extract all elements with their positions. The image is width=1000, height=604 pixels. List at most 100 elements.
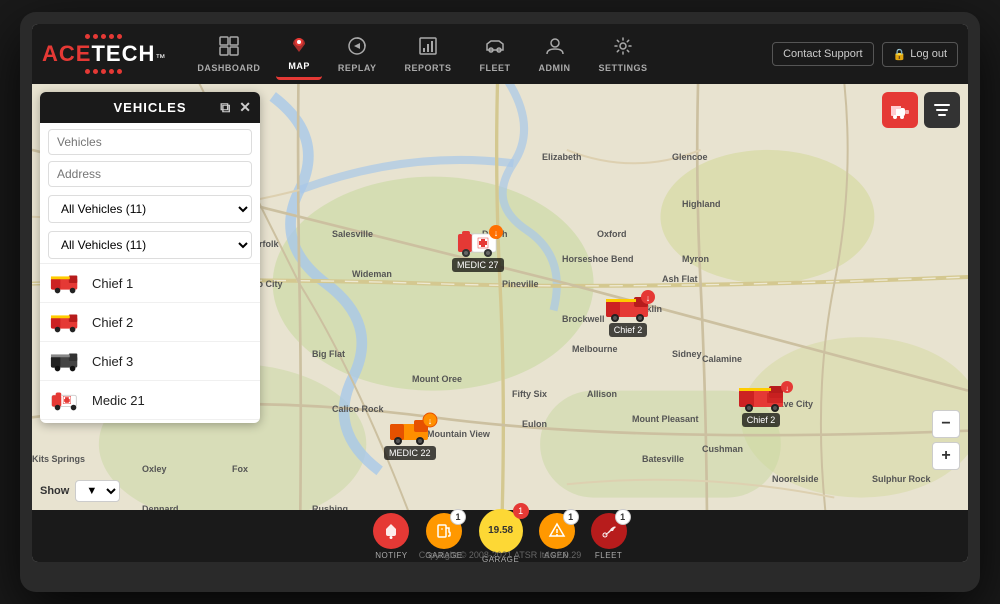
- top-nav: ACETECH™: [32, 24, 968, 84]
- svg-text:↓: ↓: [646, 293, 651, 303]
- dashboard-icon: [219, 36, 239, 61]
- svg-text:↓: ↓: [428, 416, 433, 426]
- logout-button[interactable]: 🔒 Log out: [882, 42, 958, 67]
- pin-label-medic27: MEDIC 27: [452, 258, 504, 272]
- map-icon: [289, 34, 309, 59]
- vehicles-panel: VEHICLES ⧉ ✕ All Vehicles (11): [40, 92, 260, 423]
- nav-reports[interactable]: REPORTS: [393, 30, 464, 79]
- laptop-frame: ACETECH™: [20, 12, 980, 592]
- main-area: Elizabeth Glencoe Fairview Gassville Buf…: [32, 84, 968, 510]
- vehicle-item-chief3[interactable]: Chief 3: [40, 342, 260, 381]
- lock-icon: 🔒: [893, 48, 907, 61]
- vehicle-item-medic22[interactable]: Medic 22: [40, 420, 260, 423]
- status-badge-speed: 1: [513, 503, 529, 519]
- vehicles-dropdown1-area: All Vehicles (11): [40, 191, 260, 227]
- pin-vehicle-medic22: ↓: [386, 412, 434, 444]
- map-zoom-controls: − +: [932, 410, 960, 470]
- vehicle-name-medic21: Medic 21: [92, 393, 145, 408]
- vehicles-search-area: [40, 123, 260, 157]
- vehicle-item-chief1[interactable]: Chief 1: [40, 264, 260, 303]
- nav-right: Contact Support 🔒 Log out: [772, 42, 958, 67]
- vehicles-close-icon[interactable]: ✕: [239, 99, 252, 116]
- vehicles-list: Chief 1: [40, 263, 260, 423]
- vehicle-item-medic21[interactable]: Medic 21: [40, 381, 260, 420]
- logo-trademark: ™: [155, 53, 165, 64]
- fleet-label: FLEET: [480, 63, 511, 73]
- zoom-minus-button[interactable]: −: [932, 410, 960, 438]
- nav-admin[interactable]: ADMIN: [527, 30, 583, 79]
- nav-items: DASHBOARD MAP: [185, 28, 772, 80]
- status-notify[interactable]: NOTIFY: [373, 513, 409, 560]
- svg-text:↓: ↓: [785, 384, 789, 393]
- map-label: MAP: [288, 61, 310, 71]
- status-badge-alert: 1: [563, 509, 579, 525]
- vehicles-address-input[interactable]: [48, 161, 252, 187]
- show-select[interactable]: ▼: [75, 480, 120, 502]
- nav-settings[interactable]: SETTINGS: [587, 30, 660, 79]
- settings-icon: [613, 36, 633, 61]
- reports-icon: [418, 36, 438, 61]
- vehicle-name-chief1: Chief 1: [92, 276, 133, 291]
- map-vehicle-view-button[interactable]: [882, 92, 918, 128]
- vehicles-dropdown2-area: All Vehicles (11): [40, 227, 260, 263]
- replay-icon: [347, 36, 367, 61]
- status-circle-speed: 19.58 1: [479, 509, 523, 553]
- status-circle-alert: 1: [539, 513, 575, 549]
- settings-label: SETTINGS: [599, 63, 648, 73]
- pin-label-medic22: MEDIC 22: [384, 446, 436, 460]
- vehicle-name-chief2: Chief 2: [92, 315, 133, 330]
- vehicle-icon-chief2: [50, 311, 82, 333]
- bottom-bar: NOTIFY 1 GARAGE 19.58 1: [32, 510, 968, 562]
- logo-name: ACE: [42, 41, 91, 67]
- logo-area: ACETECH™: [42, 34, 165, 74]
- status-circle-tools: 1: [591, 513, 627, 549]
- reports-label: REPORTS: [405, 63, 452, 73]
- vehicle-name-chief3: Chief 3: [92, 354, 133, 369]
- status-text-notify: NOTIFY: [375, 551, 407, 560]
- vehicle-icon-chief3: [50, 350, 82, 372]
- replay-label: REPLAY: [338, 63, 377, 73]
- vehicles-dropdown2[interactable]: All Vehicles (11): [48, 231, 252, 259]
- status-tools[interactable]: 1 FLEET: [591, 513, 627, 560]
- contact-support-button[interactable]: Contact Support: [772, 42, 874, 66]
- map-pin-chief2-bottom[interactable]: ↓ Chief 2: [737, 379, 785, 427]
- map-pin-chief2-top[interactable]: ↓ Chief 2: [604, 289, 652, 337]
- map-pin-medic27[interactable]: ↓ MEDIC 27: [452, 224, 504, 272]
- vehicle-icon-chief1: [50, 272, 82, 294]
- laptop-screen: ACETECH™: [32, 24, 968, 562]
- dashboard-label: DASHBOARD: [197, 63, 260, 73]
- show-control: Show ▼: [40, 480, 120, 502]
- vehicle-item-chief2[interactable]: Chief 2: [40, 303, 260, 342]
- logo-name2: TECH: [91, 41, 155, 67]
- vehicles-panel-header: VEHICLES ⧉ ✕: [40, 92, 260, 123]
- map-filter-button[interactable]: [924, 92, 960, 128]
- nav-replay[interactable]: REPLAY: [326, 30, 389, 79]
- status-badge-tools: 1: [615, 509, 631, 525]
- vehicles-search-input[interactable]: [48, 129, 252, 155]
- pin-label-chief2-bottom: Chief 2: [742, 413, 781, 427]
- map-pin-medic22[interactable]: ↓ MEDIC 22: [384, 412, 436, 460]
- show-label: Show: [40, 485, 69, 497]
- vehicle-icon-medic21: [50, 389, 82, 411]
- vehicles-address-area: [40, 157, 260, 191]
- pin-vehicle-medic27: ↓: [454, 224, 502, 256]
- pin-vehicle-chief2-bottom: ↓: [737, 379, 785, 411]
- fleet-icon: [485, 36, 505, 61]
- vehicles-expand-icon[interactable]: ⧉: [220, 99, 231, 116]
- vehicles-title: VEHICLES: [113, 100, 186, 115]
- status-badge-fuel1: 1: [450, 509, 466, 525]
- nav-dashboard[interactable]: DASHBOARD: [185, 30, 272, 79]
- svg-text:↓: ↓: [494, 228, 499, 238]
- vehicles-dropdown1[interactable]: All Vehicles (11): [48, 195, 252, 223]
- admin-label: ADMIN: [539, 63, 571, 73]
- zoom-plus-button[interactable]: +: [932, 442, 960, 470]
- nav-map[interactable]: MAP: [276, 28, 322, 80]
- nav-fleet[interactable]: FLEET: [468, 30, 523, 79]
- status-text-tools: FLEET: [595, 551, 622, 560]
- copyright: Copyright © 2008-2021 ATSR ltd v2.0.29: [419, 550, 582, 560]
- vehicles-header-icons: ⧉ ✕: [220, 99, 252, 116]
- status-circle-notify: [373, 513, 409, 549]
- pin-vehicle-chief2-top: ↓: [604, 289, 652, 321]
- pin-label-chief2-top: Chief 2: [609, 323, 648, 337]
- status-circle-fuel1: 1: [426, 513, 462, 549]
